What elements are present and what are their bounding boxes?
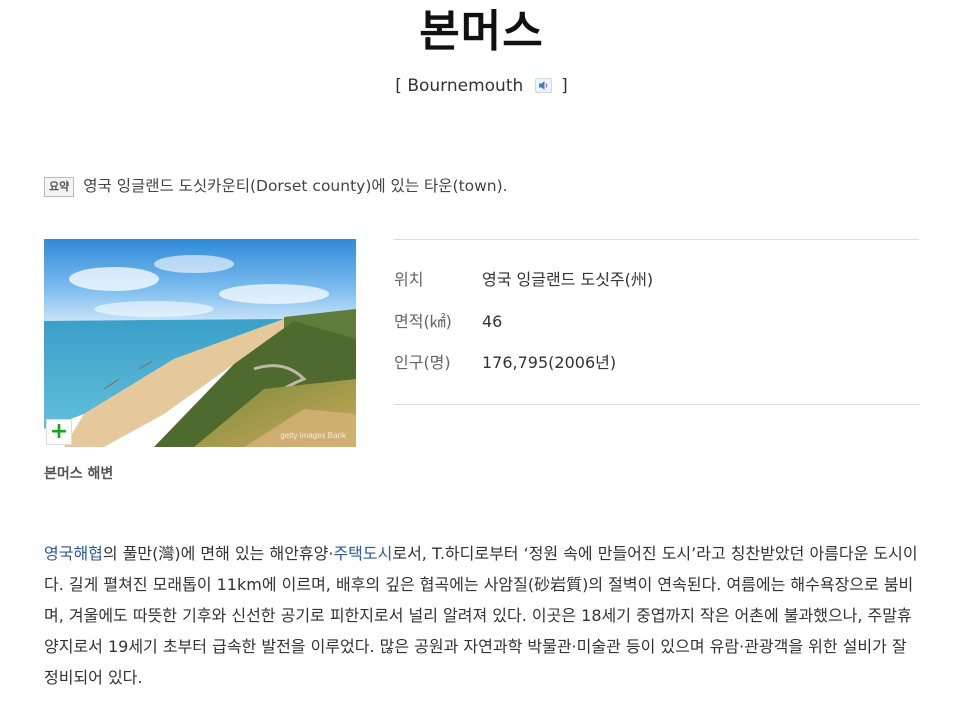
english-name-line: [ Bournemouth ] xyxy=(0,74,953,98)
summary-badge: 요약 xyxy=(44,177,75,197)
bracket-close: ] xyxy=(561,76,568,96)
info-value: 영국 잉글랜드 도싯주(州) xyxy=(482,270,654,289)
photo-watermark: getty images Bank xyxy=(280,431,346,440)
info-key: 인구(명) xyxy=(394,353,451,372)
beach-photo-image xyxy=(44,239,356,447)
info-key: 위치 xyxy=(394,270,424,289)
info-table: 위치 영국 잉글랜드 도싯주(州) 면적(㎢) 46 인구(명) 176,795… xyxy=(394,239,919,405)
english-name: Bournemouth xyxy=(407,76,524,96)
beach-photo[interactable]: + getty images Bank xyxy=(44,239,356,447)
article-body: 영국해협의 풀만(灣)에 면해 있는 해안휴양·주택도시로서, T.하디로부터 … xyxy=(44,538,924,693)
bracket-open: [ xyxy=(395,76,402,96)
speaker-icon[interactable] xyxy=(534,78,552,93)
body-text-segment: 로서, T.하디로부터 ‘정원 속에 만들어진 도시’라고 칭찬받았던 아름다운… xyxy=(44,544,918,687)
info-value: 46 xyxy=(482,312,503,331)
link-english-channel[interactable]: 영국해협 xyxy=(44,544,103,563)
photo-caption: 본머스 해변 xyxy=(44,466,114,482)
summary: 요약 영국 잉글랜드 도싯카운티(Dorset county)에 있는 타운(to… xyxy=(44,174,508,198)
page-title: 본머스 xyxy=(419,6,544,57)
info-key: 면적(㎢) xyxy=(394,312,452,331)
summary-text: 영국 잉글랜드 도싯카운티(Dorset county)에 있는 타운(town… xyxy=(83,177,508,195)
plus-icon[interactable]: + xyxy=(46,419,72,445)
body-text-segment: 의 풀만(灣)에 면해 있는 해안휴양· xyxy=(102,544,334,563)
info-value: 176,795(2006년) xyxy=(482,353,617,372)
link-residential-city[interactable]: 주택도시 xyxy=(333,544,392,563)
